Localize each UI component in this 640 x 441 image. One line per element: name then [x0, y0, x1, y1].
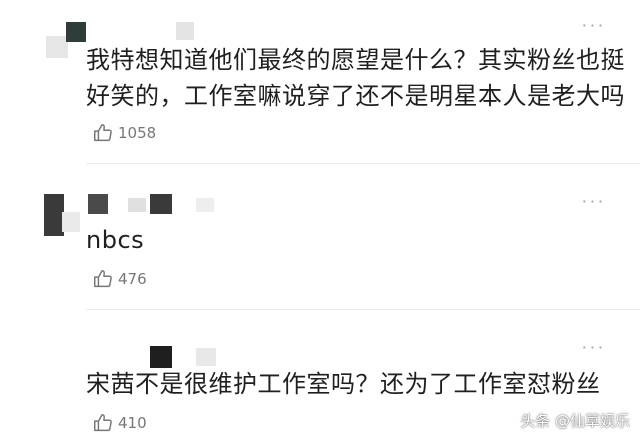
like-count: 410 — [118, 414, 147, 432]
thumbs-up-icon — [92, 412, 114, 434]
like-count: 1058 — [118, 124, 157, 142]
username-mosaic — [150, 194, 172, 214]
comment-item: ··· nbcs 476 — [0, 164, 640, 310]
username-mosaic — [128, 198, 146, 212]
more-options-button[interactable]: ··· — [582, 340, 606, 356]
watermark: 头条 @仙草娱乐 — [520, 412, 630, 430]
username-mosaic — [88, 194, 108, 214]
username-mosaic — [196, 198, 214, 212]
comment-text: 我特想知道他们最终的愿望是什么？其实粉丝也挺 好笑的，工作室嘛说穿了还不是明星本… — [86, 42, 625, 114]
comment-item: ··· 我特想知道他们最终的愿望是什么？其实粉丝也挺 好笑的，工作室嘛说穿了还不… — [0, 0, 640, 164]
avatar[interactable] — [46, 36, 68, 58]
more-options-button[interactable]: ··· — [582, 18, 606, 34]
comment-text-line: 好笑的，工作室嘛说穿了还不是明星本人是老大吗 — [86, 82, 625, 110]
like-button[interactable]: 476 — [92, 268, 147, 290]
comment-text-line: 我特想知道他们最终的愿望是什么？其实粉丝也挺 — [86, 46, 625, 74]
username-mosaic — [66, 22, 86, 42]
comment-text-line: nbcs — [86, 226, 145, 254]
comment-text-line: 宋茜不是很维护工作室吗？还为了工作室怼粉丝 — [86, 370, 601, 398]
like-button[interactable]: 410 — [92, 412, 147, 434]
username-mosaic — [196, 348, 216, 366]
username-mosaic — [150, 346, 172, 368]
comment-text: nbcs — [86, 222, 144, 258]
like-count: 476 — [118, 270, 147, 288]
thumbs-up-icon — [92, 268, 114, 290]
like-button[interactable]: 1058 — [92, 122, 156, 144]
avatar[interactable] — [44, 194, 64, 236]
username-mosaic — [176, 22, 194, 40]
avatar-mosaic — [62, 212, 80, 232]
thumbs-up-icon — [92, 122, 114, 144]
comment-text: 宋茜不是很维护工作室吗？还为了工作室怼粉丝 — [86, 366, 601, 402]
more-options-button[interactable]: ··· — [582, 194, 606, 210]
